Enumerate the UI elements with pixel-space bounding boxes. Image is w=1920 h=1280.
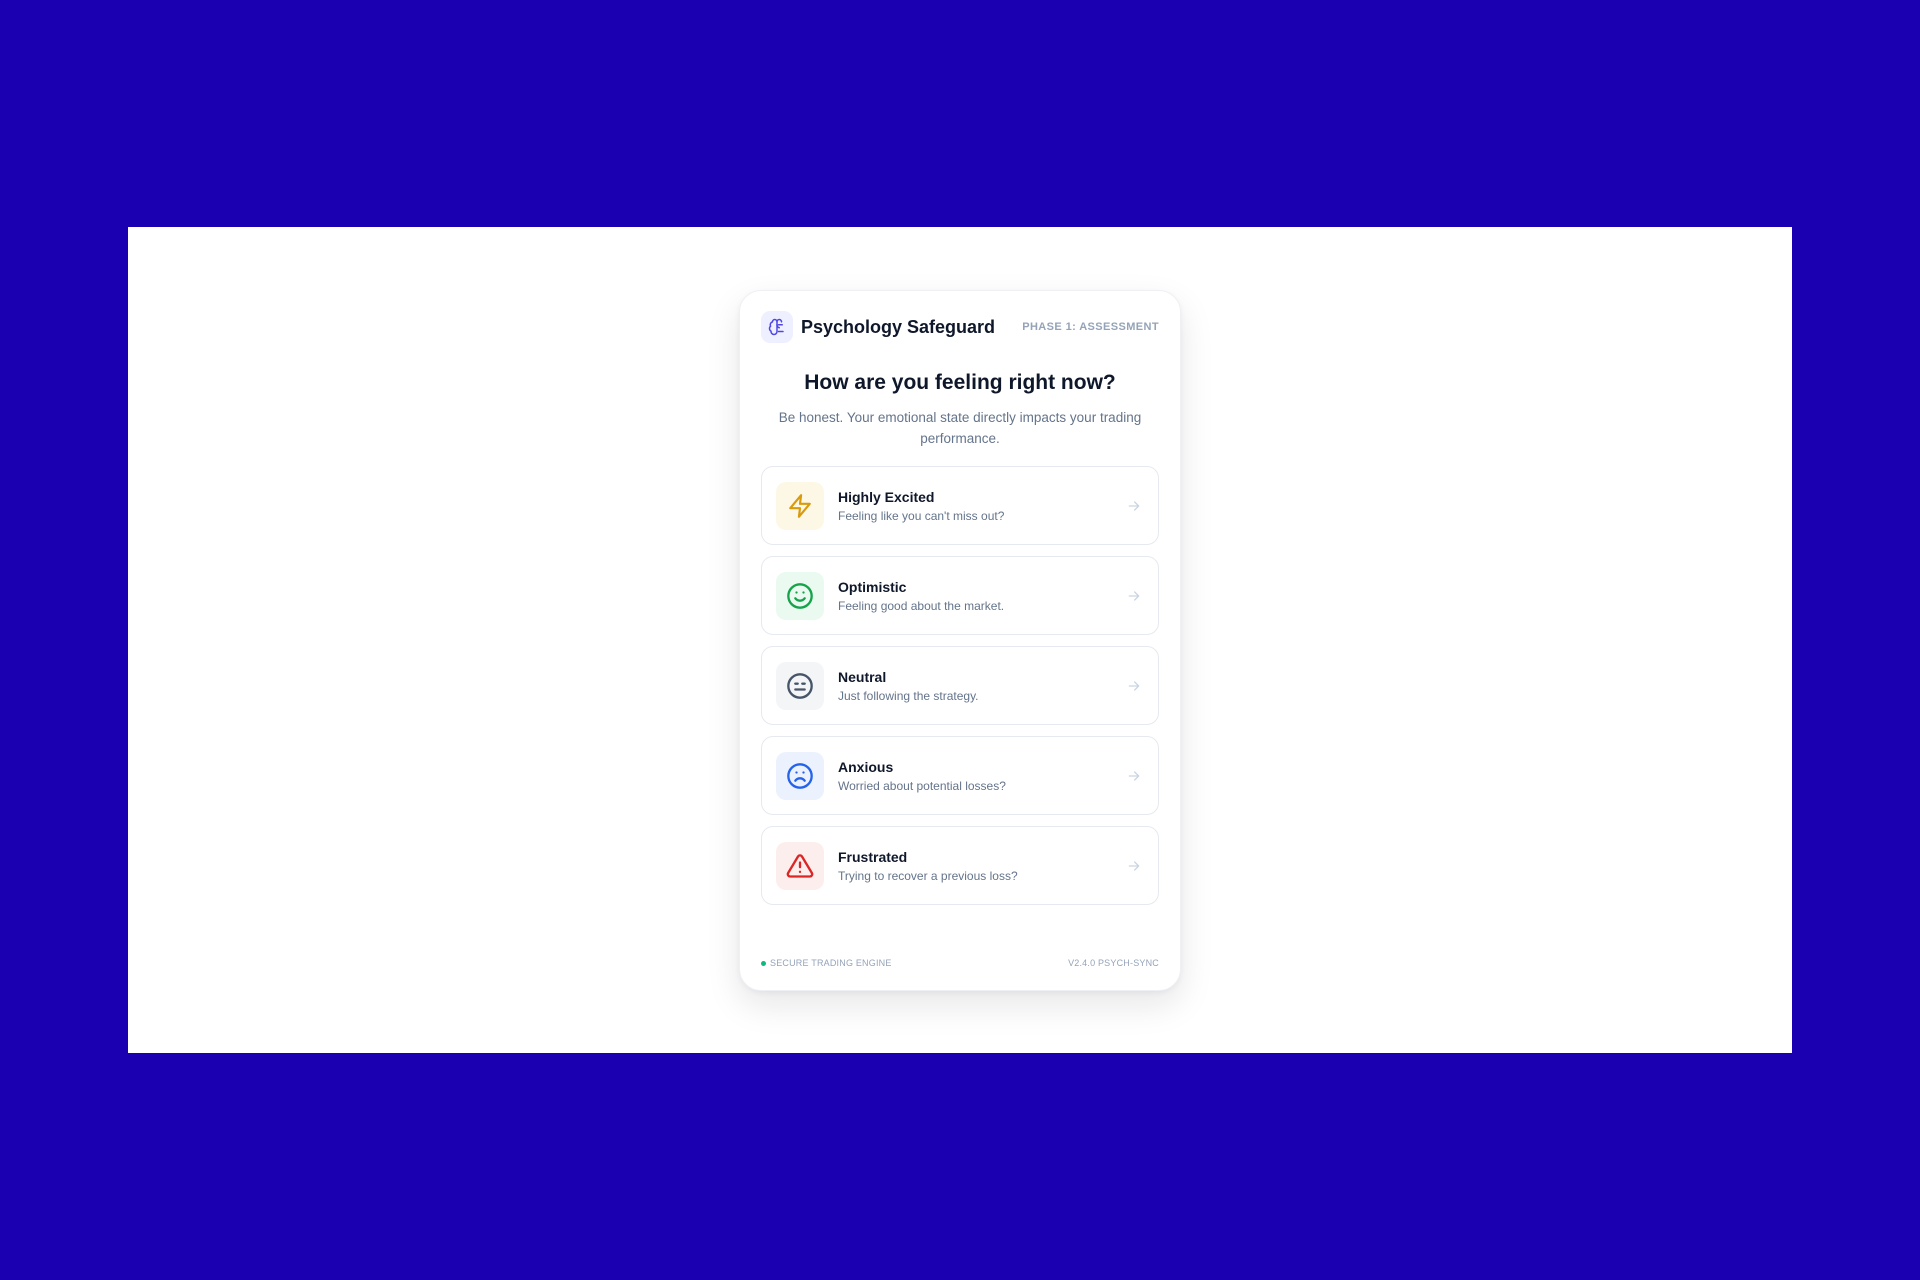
option-description: Just following the strategy. bbox=[838, 688, 979, 703]
question-title: How are you feeling right now? bbox=[804, 371, 1116, 394]
option-anxious[interactable]: Anxious Worried about potential losses? bbox=[761, 736, 1159, 815]
version-label: V2.4.0 PSYCH-SYNC bbox=[1068, 958, 1159, 968]
option-description: Feeling like you can't miss out? bbox=[838, 508, 1005, 523]
option-highly-excited[interactable]: Highly Excited Feeling like you can't mi… bbox=[761, 466, 1159, 545]
arrow-right-icon bbox=[1128, 860, 1140, 871]
option-text: Highly Excited Feeling like you can't mi… bbox=[838, 489, 1126, 523]
warning-triangle-icon bbox=[776, 841, 824, 890]
lightning-icon bbox=[776, 481, 824, 530]
option-description: Feeling good about the market. bbox=[838, 598, 1005, 613]
card-footer: SECURE TRADING ENGINE V2.4.0 PSYCH-SYNC bbox=[761, 958, 1159, 968]
option-optimistic[interactable]: Optimistic Feeling good about the market… bbox=[761, 556, 1159, 635]
secure-status-label: SECURE TRADING ENGINE bbox=[770, 958, 892, 968]
option-description: Worried about potential losses? bbox=[838, 778, 1006, 793]
option-text: Optimistic Feeling good about the market… bbox=[838, 579, 1126, 613]
brain-icon bbox=[761, 311, 793, 343]
arrow-right-icon bbox=[1128, 680, 1140, 691]
question-subtitle: Be honest. Your emotional state directly… bbox=[778, 410, 1142, 446]
frown-icon bbox=[776, 751, 824, 800]
option-text: Frustrated Trying to recover a previous … bbox=[838, 849, 1126, 883]
mood-options: Highly Excited Feeling like you can't mi… bbox=[761, 466, 1159, 916]
option-neutral[interactable]: Neutral Just following the strategy. bbox=[761, 646, 1159, 725]
option-text: Anxious Worried about potential losses? bbox=[838, 759, 1126, 793]
neutral-face-icon bbox=[776, 661, 824, 710]
brand: Psychology Safeguard bbox=[761, 311, 995, 343]
option-description: Trying to recover a previous loss? bbox=[838, 868, 1018, 883]
status-dot-icon bbox=[761, 960, 766, 966]
secure-status: SECURE TRADING ENGINE bbox=[761, 958, 892, 968]
arrow-right-icon bbox=[1128, 590, 1140, 601]
app-frame: Psychology Safeguard PHASE 1: ASSESSMENT… bbox=[128, 227, 1792, 1053]
option-label: Frustrated bbox=[838, 848, 908, 865]
option-label: Highly Excited bbox=[838, 488, 935, 505]
option-label: Anxious bbox=[838, 758, 894, 775]
option-frustrated[interactable]: Frustrated Trying to recover a previous … bbox=[761, 826, 1159, 905]
card-header: Psychology Safeguard PHASE 1: ASSESSMENT bbox=[761, 311, 1159, 343]
app-title: Psychology Safeguard bbox=[801, 316, 996, 337]
phase-label: PHASE 1: ASSESSMENT bbox=[1022, 321, 1159, 333]
arrow-right-icon bbox=[1128, 500, 1140, 511]
assessment-card: Psychology Safeguard PHASE 1: ASSESSMENT… bbox=[739, 290, 1181, 991]
arrow-right-icon bbox=[1128, 770, 1140, 781]
option-text: Neutral Just following the strategy. bbox=[838, 669, 1126, 703]
smile-icon bbox=[776, 571, 824, 620]
option-label: Neutral bbox=[838, 668, 887, 685]
option-label: Optimistic bbox=[838, 578, 907, 595]
